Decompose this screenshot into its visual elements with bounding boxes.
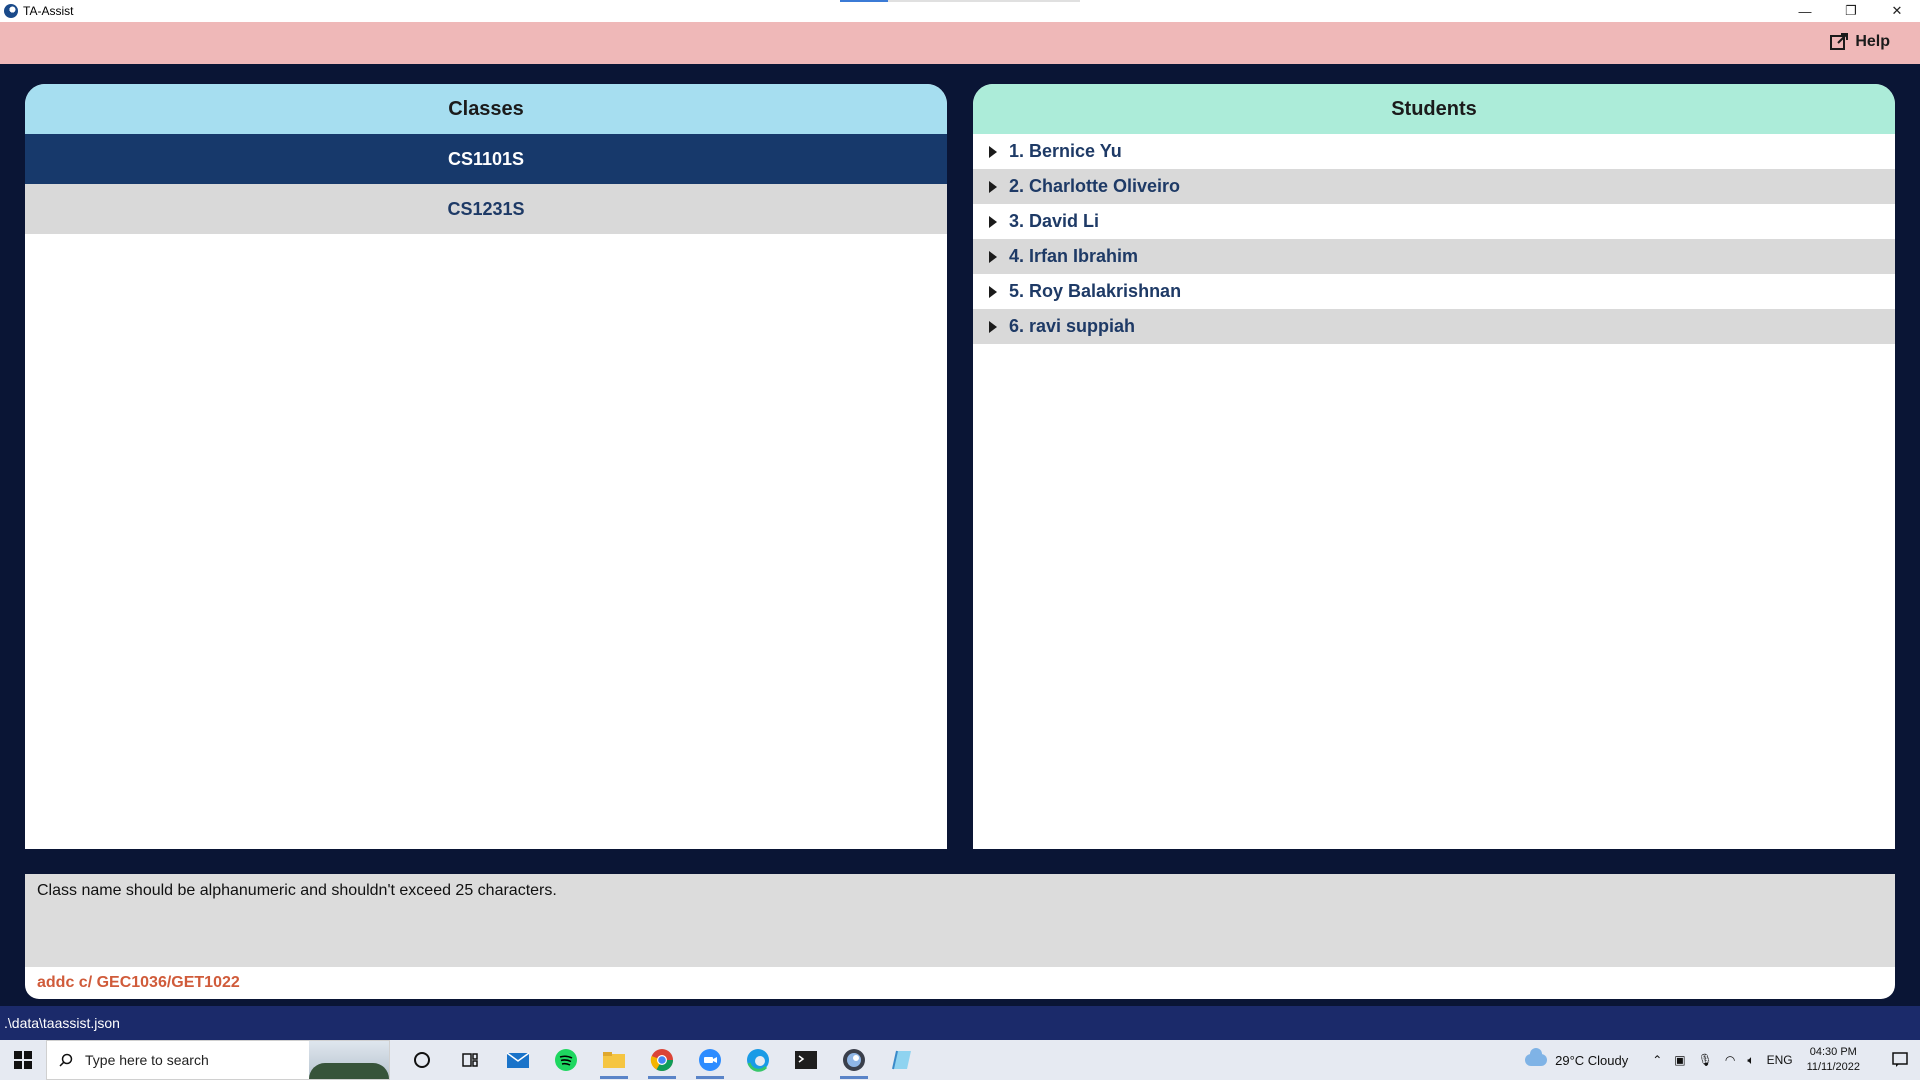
tray-icons: ⌃ ▣ 🎙︎ ◠ 🔈︎ ENG	[1652, 1053, 1792, 1068]
terminal-icon[interactable]	[782, 1040, 830, 1080]
weather-widget[interactable]: 29°C Cloudy	[1525, 1048, 1629, 1068]
file-explorer-icon[interactable]	[590, 1040, 638, 1080]
cloud-icon	[1525, 1048, 1548, 1066]
expand-arrow-icon[interactable]	[989, 320, 997, 333]
menu-bar: Help	[0, 22, 1920, 64]
expand-arrow-icon[interactable]	[989, 180, 997, 193]
title-bar: TA-Assist — ❐ ✕	[0, 0, 1920, 22]
command-input[interactable]: addc c/ GEC1036/GET1022	[25, 967, 1895, 999]
student-item[interactable]: 6. ravi suppiah	[973, 309, 1895, 344]
java-app-icon[interactable]	[830, 1040, 878, 1080]
zoom-icon[interactable]	[686, 1040, 734, 1080]
students-header: Students	[973, 84, 1895, 134]
student-name: 1. Bernice Yu	[1009, 141, 1122, 161]
expand-arrow-icon[interactable]	[989, 285, 997, 298]
snap-layout-hint	[840, 0, 1080, 2]
chrome-icon[interactable]	[638, 1040, 686, 1080]
notification-icon	[1892, 1052, 1908, 1067]
search-highlight-image	[309, 1041, 389, 1079]
start-button[interactable]	[0, 1040, 46, 1080]
windows-logo-icon	[14, 1051, 32, 1069]
class-item-cs1101s[interactable]: CS1101S	[25, 134, 947, 184]
search-icon	[59, 1053, 73, 1067]
mail-icon[interactable]	[494, 1040, 542, 1080]
volume-icon[interactable]: 🔈︎	[1747, 1053, 1754, 1068]
external-link-icon	[1830, 33, 1849, 50]
camera-icon[interactable]: ▣	[1674, 1053, 1685, 1067]
student-item[interactable]: 5. Roy Balakrishnan	[973, 274, 1895, 309]
edge-icon[interactable]	[734, 1040, 782, 1080]
window-controls: — ❐ ✕	[1782, 0, 1920, 22]
expand-arrow-icon[interactable]	[989, 145, 997, 158]
microphone-icon[interactable]: 🎙︎	[1698, 1053, 1713, 1067]
students-panel: Students 1. Bernice Yu 2. Charlotte Oliv…	[973, 84, 1895, 849]
task-view-icon[interactable]	[446, 1040, 494, 1080]
windows-taskbar: Type here to search 29°C Cloudy ⌃ ▣ 🎙︎ ◠…	[0, 1040, 1920, 1080]
cortana-icon[interactable]	[398, 1040, 446, 1080]
taskbar-search[interactable]: Type here to search	[46, 1040, 390, 1080]
notes-icon[interactable]	[878, 1040, 926, 1080]
notification-button[interactable]	[1880, 1040, 1920, 1080]
minimize-button[interactable]: —	[1782, 0, 1828, 22]
app-icon	[4, 4, 18, 18]
expand-arrow-icon[interactable]	[989, 215, 997, 228]
clock-time: 04:30 PM	[1809, 1046, 1857, 1058]
student-list: 1. Bernice Yu 2. Charlotte Oliveiro 3. D…	[973, 134, 1895, 344]
restore-button[interactable]: ❐	[1828, 0, 1874, 22]
class-item-cs1231s[interactable]: CS1231S	[25, 184, 947, 234]
chevron-up-icon[interactable]: ⌃	[1652, 1053, 1662, 1067]
student-name: 4. Irfan Ibrahim	[1009, 246, 1139, 266]
help-button[interactable]: Help	[1829, 32, 1890, 52]
student-name: 2. Charlotte Oliveiro	[1009, 176, 1181, 196]
student-name: 3. David Li	[1009, 211, 1100, 231]
window-title: TA-Assist	[23, 4, 74, 18]
classes-header: Classes	[25, 84, 947, 134]
wifi-icon[interactable]: ◠	[1725, 1053, 1735, 1067]
status-bar-path: .\data\taassist.json	[0, 1006, 1920, 1040]
student-item[interactable]: 2. Charlotte Oliveiro	[973, 169, 1895, 204]
result-display: Class name should be alphanumeric and sh…	[25, 874, 1895, 967]
weather-text: 29°C Cloudy	[1555, 1052, 1629, 1068]
language-indicator[interactable]: ENG	[1767, 1053, 1793, 1067]
student-item[interactable]: 3. David Li	[973, 204, 1895, 239]
classes-panel: Classes CS1101S CS1231S	[25, 84, 947, 849]
taskbar-apps	[398, 1040, 926, 1080]
clock-date: 11/11/2022	[1806, 1061, 1860, 1073]
search-placeholder: Type here to search	[85, 1052, 209, 1068]
system-tray: 29°C Cloudy ⌃ ▣ 🎙︎ ◠ 🔈︎ ENG 04:30 PM 11/…	[1525, 1040, 1920, 1080]
close-button[interactable]: ✕	[1874, 0, 1920, 22]
student-name: 5. Roy Balakrishnan	[1009, 281, 1182, 301]
student-item[interactable]: 4. Irfan Ibrahim	[973, 239, 1895, 274]
student-item[interactable]: 1. Bernice Yu	[973, 134, 1895, 169]
expand-arrow-icon[interactable]	[989, 250, 997, 263]
clock[interactable]: 04:30 PM 11/11/2022	[1807, 1045, 1860, 1075]
spotify-icon[interactable]	[542, 1040, 590, 1080]
help-label: Help	[1855, 33, 1890, 50]
student-name: 6. ravi suppiah	[1009, 316, 1136, 336]
